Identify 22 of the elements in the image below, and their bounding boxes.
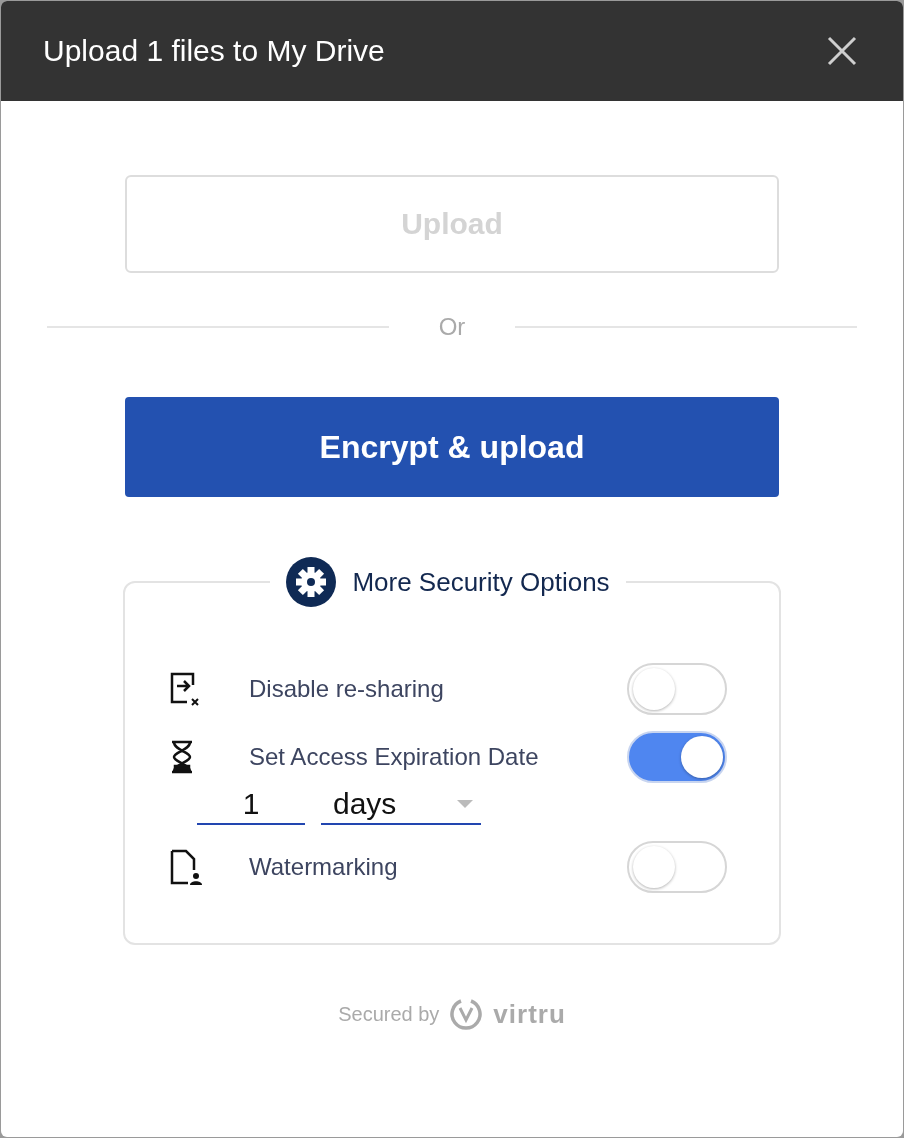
option-label: Disable re-sharing [249,675,445,703]
dialog-title: Upload 1 files to My Drive [43,34,385,68]
duration-field[interactable]: 1 [197,787,305,825]
option-label: Set Access Expiration Date [249,743,540,771]
option-label: Watermarking [249,853,399,881]
close-icon [827,36,857,66]
gear-icon [286,557,337,607]
file-arrow-icon [169,671,201,707]
toggle-switch[interactable] [627,841,727,893]
encrypt-upload-button[interactable]: Encrypt & upload [125,397,779,497]
toggle-switch[interactable] [627,663,727,715]
close-button[interactable] [827,36,857,66]
unit-dropdown[interactable]: days [321,787,481,825]
toggle-switch[interactable] [627,731,727,783]
file-person-icon [169,848,203,886]
brand-name: virtru [493,998,566,1030]
or-divider-text: Or [437,313,467,341]
security-options-title: More Security Options [352,566,610,598]
caret-icon [457,800,473,808]
brand-logo-icon [449,997,484,1031]
secured-by-text: Secured by [338,1002,440,1026]
hourglass-icon [169,740,195,774]
